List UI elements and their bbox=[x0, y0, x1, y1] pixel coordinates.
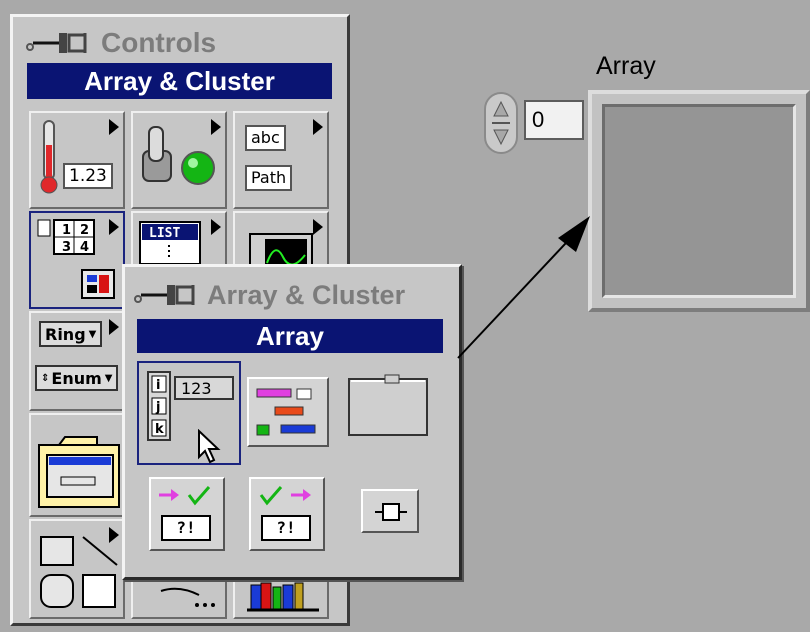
ring-dropdown-icon: ▼ bbox=[88, 328, 97, 340]
placement-arrow bbox=[457, 216, 590, 359]
thermometer-icon bbox=[40, 120, 58, 194]
error-out-icon bbox=[259, 486, 311, 506]
ring-control: Ring ▼ bbox=[39, 321, 103, 347]
index-label-i: i bbox=[156, 378, 160, 393]
index-label-j: j bbox=[155, 400, 160, 415]
cluster-item[interactable] bbox=[247, 377, 329, 447]
path-label: Path bbox=[245, 165, 293, 191]
enum-dropdown-icon: ▼ bbox=[104, 372, 113, 384]
index-spinner[interactable] bbox=[484, 92, 518, 154]
numeric-controls-button[interactable]: 1.23 bbox=[29, 111, 125, 209]
array-index-1: 1 bbox=[62, 223, 71, 238]
error-out-item[interactable]: ?! bbox=[249, 477, 325, 551]
submenu-arrow-icon bbox=[211, 219, 221, 235]
array-element-slot[interactable] bbox=[602, 104, 796, 298]
array-control-icon: i j k 123 bbox=[147, 371, 234, 441]
submenu-arrow-icon bbox=[109, 219, 119, 235]
pushpin-icon[interactable] bbox=[25, 31, 97, 55]
enum-control: ⇕ Enum ▼ bbox=[35, 365, 119, 391]
increment-decrement-icon bbox=[492, 100, 510, 146]
cluster-icon bbox=[81, 269, 115, 299]
error-in-icon bbox=[159, 486, 211, 506]
tab-control-icon bbox=[348, 374, 428, 436]
containers-controls-button[interactable] bbox=[29, 413, 125, 517]
submenu-arrow-icon bbox=[109, 527, 119, 543]
decorations-icon bbox=[40, 536, 118, 608]
array-index-control: 0 bbox=[484, 88, 588, 160]
enum-label: Enum bbox=[51, 368, 102, 388]
submenu-arrow-icon bbox=[211, 119, 221, 135]
window-folder-icon bbox=[38, 436, 120, 508]
decorations-controls-button[interactable] bbox=[29, 519, 125, 619]
palette-category-header: Array & Cluster bbox=[27, 63, 332, 99]
array-cluster-button[interactable]: 1 2 3 4 bbox=[29, 211, 125, 309]
array-index-2: 2 bbox=[80, 223, 89, 238]
pushpin-icon[interactable] bbox=[133, 283, 205, 307]
array-icon: 1 2 3 4 bbox=[37, 219, 95, 255]
submenu-arrow-icon bbox=[109, 319, 119, 335]
ring-label: Ring bbox=[45, 324, 86, 344]
array-control-item[interactable]: i j k 123 bbox=[137, 361, 241, 465]
mouse-cursor-icon bbox=[198, 429, 221, 464]
submenu-arrow-icon bbox=[313, 119, 323, 135]
string-label: abc bbox=[245, 125, 286, 151]
error-in-status: ?! bbox=[161, 515, 211, 541]
ring-enum-controls-button[interactable]: Ring ▼ ⇕ Enum ▼ bbox=[29, 311, 125, 411]
array-label: Array bbox=[596, 52, 656, 80]
subpalette-category-header: Array bbox=[137, 319, 443, 353]
listbox-icon: LIST bbox=[139, 221, 201, 265]
led-icon bbox=[181, 151, 215, 185]
array-index-4: 4 bbox=[80, 240, 89, 255]
array-index-3: 3 bbox=[62, 240, 71, 255]
array-cluster-subpalette: Array & Cluster Array i j k 123 ?! ?! bbox=[122, 264, 462, 580]
variant-item[interactable] bbox=[361, 489, 419, 533]
submenu-arrow-icon bbox=[313, 219, 323, 235]
string-path-controls-button[interactable]: abc Path bbox=[233, 111, 329, 209]
list-label: LIST bbox=[149, 226, 180, 241]
variant-icon bbox=[375, 503, 407, 521]
submenu-arrow-icon bbox=[109, 119, 119, 135]
array-container[interactable] bbox=[588, 90, 810, 312]
error-in-item[interactable]: ?! bbox=[149, 477, 225, 551]
comment-icon bbox=[160, 587, 215, 607]
bookshelf-icon bbox=[247, 582, 319, 612]
cluster-icon bbox=[256, 388, 316, 436]
boolean-controls-button[interactable] bbox=[131, 111, 227, 209]
index-label-k: k bbox=[155, 422, 164, 437]
palette-title-text: Controls bbox=[101, 27, 217, 58]
enum-spinner-icon: ⇕ bbox=[41, 372, 50, 384]
subpalette-title-text: Array & Cluster bbox=[207, 279, 406, 310]
toggle-switch-icon bbox=[142, 126, 172, 182]
error-out-status: ?! bbox=[261, 515, 311, 541]
array-value-label: 123 bbox=[181, 379, 212, 398]
subpalette-title[interactable]: Array & Cluster bbox=[133, 277, 405, 313]
numeric-indicator-label: 1.23 bbox=[63, 163, 113, 189]
controls-palette-title[interactable]: Controls bbox=[25, 25, 216, 61]
index-display[interactable]: 0 bbox=[524, 100, 584, 140]
tab-control-item[interactable] bbox=[347, 373, 431, 437]
